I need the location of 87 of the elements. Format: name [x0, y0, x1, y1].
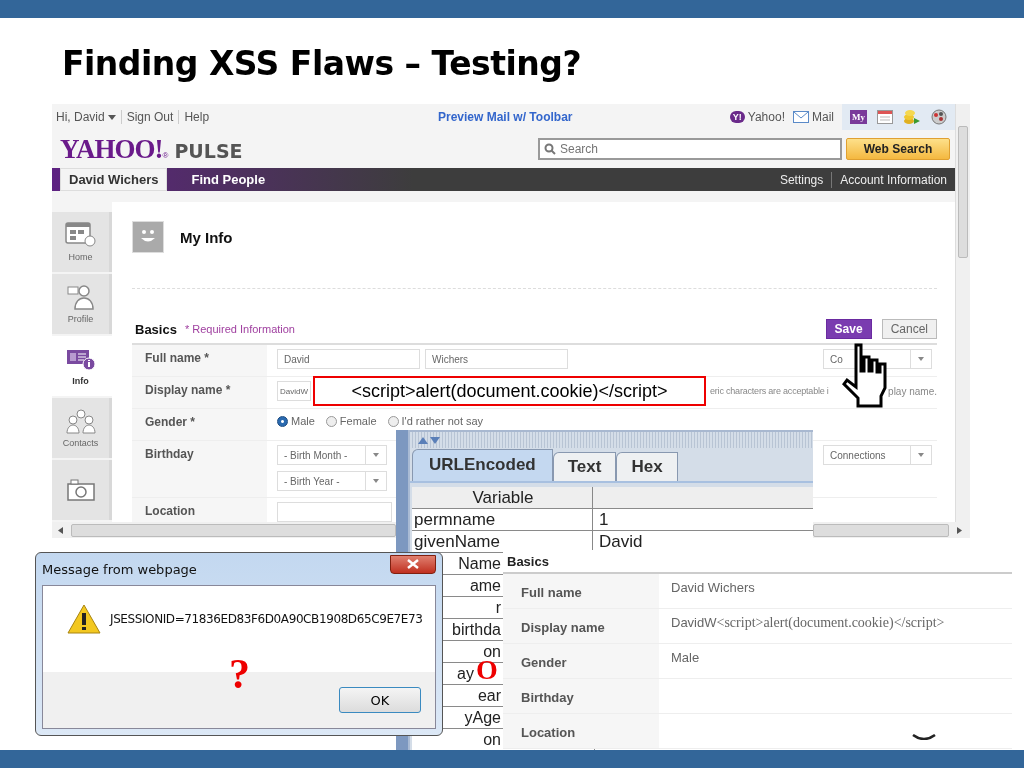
- tab[interactable]: Text: [552, 452, 617, 481]
- coins-icon[interactable]: [903, 109, 921, 125]
- section-heading: Basics: [135, 321, 177, 337]
- field-label: Location: [503, 714, 659, 748]
- field-value: Male: [670, 649, 700, 667]
- sidebar-item[interactable]: Contacts: [52, 398, 112, 458]
- scrollbar-thumb[interactable]: [813, 523, 949, 537]
- header-link[interactable]: Sign Out: [126, 110, 174, 124]
- question-mark: ?: [229, 653, 250, 695]
- caret-icon: [373, 453, 379, 457]
- dropdown[interactable]: - Birth Month -: [277, 445, 387, 465]
- dropdown[interactable]: - Birth Year -: [277, 471, 387, 491]
- radio-option[interactable]: I'd rather not say: [387, 415, 484, 427]
- cancel-button[interactable]: Cancel: [881, 319, 937, 339]
- caret-icon: [373, 479, 379, 483]
- sidebar-item[interactable]: Profile: [52, 274, 112, 334]
- logo[interactable]: YAHOO!® PULSE: [60, 133, 243, 165]
- field-label: Location: [132, 498, 267, 522]
- callout-box: <script>alert(document.cookie)</script>: [313, 376, 706, 406]
- tab[interactable]: URLEncoded: [412, 449, 553, 481]
- radio-option[interactable]: Female: [325, 415, 377, 427]
- text-field[interactable]: Wichers: [425, 349, 568, 369]
- field-label: Full name *: [132, 345, 267, 376]
- page-heading: My Info: [180, 228, 233, 246]
- dropdown[interactable]: Connections: [823, 445, 932, 465]
- ok-button[interactable]: OK: [339, 687, 421, 713]
- sidebar-item[interactable]: Home: [52, 212, 112, 272]
- calendar-icon: [64, 222, 97, 248]
- text-field[interactable]: [277, 502, 392, 522]
- scrollbar-thumb[interactable]: [71, 523, 396, 537]
- caret-icon: [918, 357, 924, 361]
- table-cell-text: David: [598, 531, 644, 552]
- envelope-icon: [793, 111, 809, 123]
- account-menu[interactable]: Hi, David: [56, 110, 116, 124]
- field-label: Birthday: [132, 441, 267, 497]
- left-arrow-icon: [58, 526, 63, 534]
- dialog-title: Message from webpage: [42, 561, 197, 577]
- shortcut-link[interactable]: Mail: [793, 110, 834, 124]
- field-label: Display name *: [132, 377, 267, 408]
- field-label: Birthday: [503, 679, 659, 713]
- warning-icon: [67, 604, 101, 634]
- radio-option[interactable]: Male: [277, 415, 315, 427]
- person-icon: [65, 284, 96, 310]
- field-value: DavidW<script>alert(document.cookie)</script>: [670, 614, 945, 632]
- field-label: Gender: [503, 644, 659, 678]
- avatar-icon: [132, 221, 164, 253]
- nav-tab[interactable]: David Wichers: [60, 168, 168, 191]
- overlay-text: O: [476, 659, 498, 682]
- toolbar-button[interactable]: My: [850, 110, 867, 124]
- table-cell-text: 1: [598, 509, 610, 530]
- sidebar-item[interactable]: [52, 460, 112, 520]
- required-note: * Required Information: [184, 323, 295, 335]
- nav-tab[interactable]: Find People: [183, 169, 274, 190]
- vertical-scrollbar[interactable]: [955, 104, 970, 522]
- field-label: Display name: [503, 609, 659, 643]
- caret-icon: [918, 453, 924, 457]
- close-icon: [407, 559, 419, 569]
- text-field[interactable]: David: [277, 349, 420, 369]
- caret-icon: [107, 114, 116, 120]
- field-label: Full name: [503, 574, 659, 608]
- arrows-icon[interactable]: [418, 436, 440, 444]
- table-cell: permname: [412, 509, 593, 530]
- search-icon: [544, 143, 556, 155]
- palette-icon[interactable]: [931, 109, 947, 125]
- text-field[interactable]: DavidW: [277, 381, 311, 401]
- header-link[interactable]: Help: [184, 110, 210, 124]
- slide-title: Finding XSS Flaws – Testing?: [62, 44, 582, 83]
- nav-link[interactable]: Account Information: [832, 172, 955, 187]
- tab[interactable]: Hex: [616, 452, 678, 481]
- save-button[interactable]: Save: [825, 319, 872, 339]
- group-icon: [64, 408, 97, 434]
- hint-text: play name.: [888, 386, 937, 397]
- nav-link[interactable]: Settings: [771, 172, 832, 187]
- hint-text: eric characters are acceptable i: [710, 386, 829, 396]
- calendar-icon[interactable]: [877, 110, 893, 124]
- sidebar-item[interactable]: Info: [52, 336, 112, 396]
- arc-drawing: [912, 734, 936, 740]
- field-label: Gender *: [132, 409, 267, 440]
- column-header: Variable: [412, 487, 593, 508]
- shortcut-link[interactable]: Y! Yahoo!: [729, 110, 785, 124]
- search-field[interactable]: Search: [538, 138, 842, 160]
- web-search-button[interactable]: Web Search: [846, 138, 950, 160]
- camera-icon: [66, 479, 95, 501]
- field-value: David Wichers: [670, 579, 755, 597]
- right-arrow-icon: [957, 526, 962, 534]
- close-button[interactable]: [390, 554, 436, 574]
- toolbar-link[interactable]: Preview Mail w/ Toolbar: [438, 110, 573, 124]
